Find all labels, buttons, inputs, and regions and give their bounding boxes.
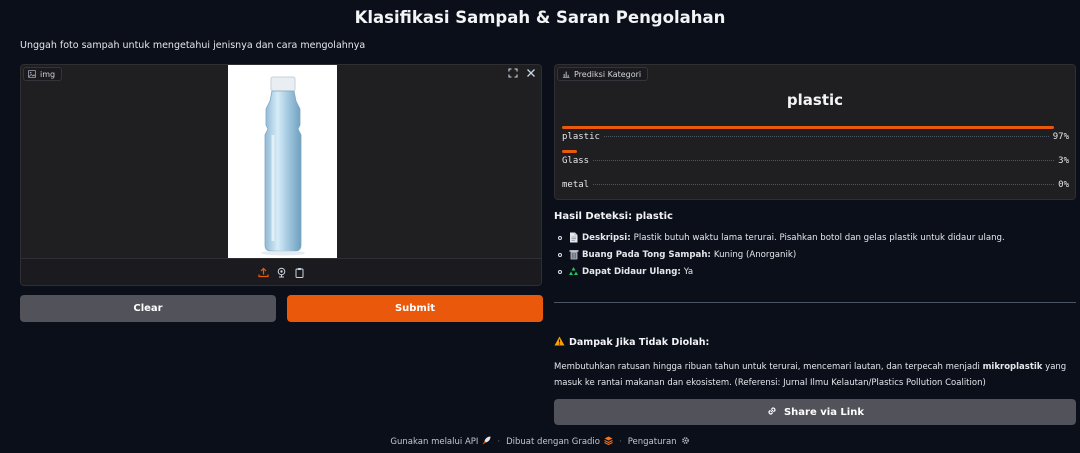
share-button[interactable]: Share via Link bbox=[554, 399, 1076, 425]
confidence-percent: 3% bbox=[1058, 156, 1069, 166]
uploaded-image-bottle bbox=[228, 65, 337, 259]
footer-separator: · bbox=[619, 437, 622, 447]
impact-title: Dampak Jika Tidak Diolah: bbox=[554, 336, 709, 349]
result-title: Hasil Deteksi: plastic bbox=[554, 211, 673, 222]
list-item: Buang Pada Tong Sampah: Kuning (Anorgani… bbox=[554, 246, 1005, 263]
footer-api-link[interactable]: Gunakan melalui API bbox=[390, 436, 491, 448]
image-panel-label-text: img bbox=[40, 69, 56, 79]
prediction-panel-label: Prediksi Kategori bbox=[557, 67, 649, 81]
confidence-label: metal bbox=[562, 180, 590, 190]
result-item-label: Deskripsi: bbox=[582, 232, 631, 243]
footer: Gunakan melalui API · Dibuat dengan Grad… bbox=[0, 436, 1080, 448]
recycle-icon bbox=[568, 266, 579, 277]
result-item-text: Plastik butuh waktu lama terurai. Pisahk… bbox=[633, 232, 1005, 243]
link-icon bbox=[766, 405, 778, 420]
gear-icon bbox=[681, 436, 690, 448]
confidence-bar bbox=[562, 150, 578, 153]
list-item: Dapat Didaur Ulang: Ya bbox=[554, 263, 1005, 280]
page-description: Unggah foto sampah untuk mengetahui jeni… bbox=[20, 40, 366, 51]
impact-text-part: Membutuhkan ratusan hingga ribuan tahun … bbox=[554, 362, 983, 372]
close-icon[interactable] bbox=[525, 67, 537, 79]
footer-separator: · bbox=[497, 437, 501, 447]
footer-settings-label: Pengaturan bbox=[627, 437, 677, 447]
footer-gradio-label: Dibuat dengan Gradio bbox=[506, 437, 600, 447]
footer-gradio-link[interactable]: Dibuat dengan Gradio bbox=[506, 436, 613, 448]
document-icon bbox=[568, 232, 579, 243]
fullscreen-icon[interactable] bbox=[507, 67, 519, 79]
clear-button[interactable]: Clear bbox=[20, 295, 276, 322]
impact-title-text: Dampak Jika Tidak Diolah: bbox=[569, 337, 710, 348]
warning-icon bbox=[554, 336, 565, 349]
upload-icon[interactable] bbox=[257, 266, 269, 278]
prediction-panel: Prediksi Kategori plastic plastic 97% Gl… bbox=[554, 64, 1076, 200]
prediction-panel-label-text: Prediksi Kategori bbox=[574, 69, 642, 79]
confidence-row: metal 0% bbox=[562, 174, 1069, 190]
page-title: Klasifikasi Sampah & Saran Pengolahan bbox=[354, 8, 726, 27]
confidence-percent: 0% bbox=[1058, 180, 1069, 190]
confidence-label: Glass bbox=[562, 156, 590, 166]
result-item-label: Buang Pada Tong Sampah: bbox=[582, 249, 711, 260]
share-button-label: Share via Link bbox=[783, 406, 864, 418]
confidence-row: Glass 3% bbox=[562, 150, 1069, 166]
section-divider bbox=[554, 302, 1076, 303]
footer-api-label: Gunakan melalui API bbox=[390, 437, 479, 447]
webcam-icon[interactable] bbox=[275, 266, 287, 278]
confidence-label: plastic bbox=[562, 132, 600, 142]
result-list: Deskripsi: Plastik butuh waktu lama teru… bbox=[554, 229, 1005, 280]
confidence-bar bbox=[562, 126, 1054, 129]
image-icon bbox=[28, 70, 36, 78]
predicted-class: plastic bbox=[786, 91, 844, 109]
trash-icon bbox=[568, 249, 579, 260]
result-item-text: Kuning (Anorganik) bbox=[713, 249, 797, 260]
confidence-row: plastic 97% bbox=[562, 126, 1069, 142]
impact-description: Membutuhkan ratusan hingga ribuan tahun … bbox=[554, 359, 1076, 391]
image-panel-label: img bbox=[23, 67, 63, 81]
submit-button[interactable]: Submit bbox=[287, 295, 543, 322]
clipboard-icon[interactable] bbox=[293, 266, 305, 278]
impact-text-bold: mikroplastik bbox=[982, 362, 1043, 372]
gradio-logo-icon bbox=[604, 436, 613, 448]
image-upload-panel[interactable]: img bbox=[20, 64, 542, 286]
bar-chart-icon bbox=[562, 71, 570, 78]
rocket-icon bbox=[482, 436, 491, 448]
list-item: Deskripsi: Plastik butuh waktu lama teru… bbox=[554, 229, 1005, 246]
footer-settings-link[interactable]: Pengaturan bbox=[628, 436, 690, 448]
confidence-percent: 97% bbox=[1052, 132, 1069, 142]
result-item-label: Dapat Didaur Ulang: bbox=[582, 266, 681, 277]
result-item-text: Ya bbox=[683, 266, 694, 277]
